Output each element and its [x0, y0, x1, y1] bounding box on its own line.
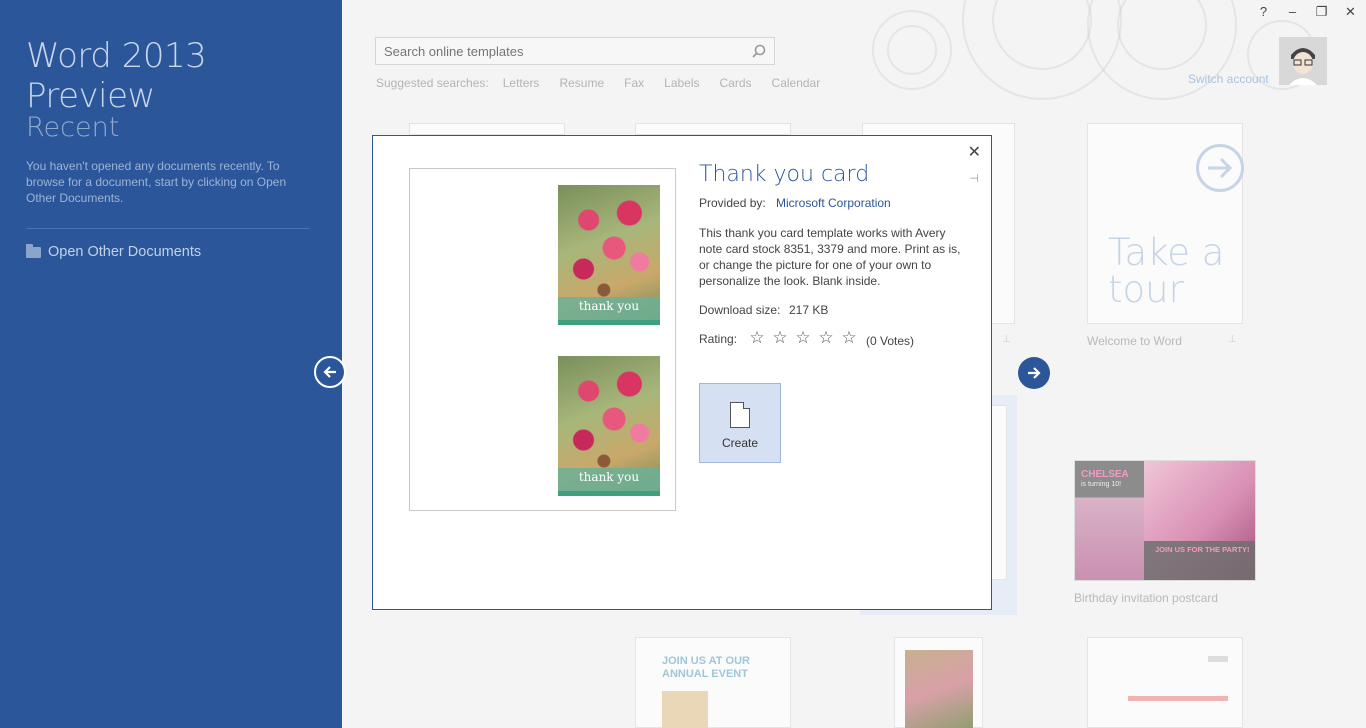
template-description: This thank you card template works with …	[699, 226, 961, 288]
search-icon[interactable]	[752, 44, 766, 58]
event-image	[662, 691, 708, 728]
backstage-left-pane: Word 2013 Preview Recent You haven't ope…	[0, 0, 342, 728]
suggested-searches: Suggested searches: Letters Resume Fax L…	[376, 76, 840, 90]
template-title: Thank you card	[699, 162, 870, 187]
provider-link[interactable]: Microsoft Corporation	[776, 196, 891, 210]
suggestion-letters[interactable]: Letters	[503, 76, 540, 90]
template-tile[interactable]	[409, 123, 565, 135]
previous-template-button[interactable]	[314, 356, 346, 388]
invoice-tile[interactable]	[1087, 637, 1243, 728]
close-button[interactable]: ✕	[1343, 4, 1358, 20]
invoice-bar	[1128, 696, 1228, 701]
suggestion-labels[interactable]: Labels	[664, 76, 699, 90]
event-line1: JOIN US AT OUR	[662, 655, 751, 667]
decor-ring	[887, 25, 937, 75]
minimize-button[interactable]: –	[1285, 4, 1300, 20]
pin-icon[interactable]: ⊥	[1228, 334, 1237, 345]
event-title: JOIN US AT OUR ANNUAL EVENT	[662, 655, 750, 681]
invoice-logo	[1208, 656, 1228, 662]
create-label: Create	[721, 436, 759, 450]
suggestion-resume[interactable]: Resume	[559, 76, 604, 90]
card-band-line	[558, 320, 660, 325]
birthday-postcard-tile[interactable]: CHELSEA is turning 10! JOIN US FOR THE P…	[1074, 460, 1256, 581]
birthday-label: Birthday invitation postcard	[1074, 591, 1219, 605]
arrow-right-icon	[1196, 144, 1244, 192]
suggestion-cards[interactable]: Cards	[720, 76, 752, 90]
rating-stars: ☆ ☆ ☆ ☆ ☆	[748, 328, 858, 348]
arrow-right-icon	[1028, 367, 1041, 379]
pin-icon[interactable]: ⊥	[1002, 334, 1011, 345]
download-size-value: 217 KB	[789, 303, 829, 317]
bday-sub: is turning 10!	[1081, 481, 1122, 488]
suggestion-fax[interactable]: Fax	[624, 76, 644, 90]
card-text: thank you	[578, 470, 640, 484]
star-icon[interactable]: ☆	[748, 328, 766, 348]
next-template-button[interactable]	[1018, 357, 1050, 389]
event-line2: ANNUAL EVENT	[662, 668, 748, 680]
search-box	[375, 37, 775, 65]
rating-label: Rating:	[699, 332, 738, 346]
provided-by-label: Provided by:	[699, 196, 766, 210]
event-flyer-tile[interactable]: JOIN US AT OUR ANNUAL EVENT	[635, 637, 791, 728]
restore-button[interactable]: ❐	[1314, 4, 1329, 20]
card-band-line	[558, 491, 660, 496]
recent-heading: Recent	[26, 112, 120, 143]
flower-image	[905, 650, 973, 728]
create-button[interactable]: Create	[699, 383, 781, 463]
pin-icon[interactable]: ⊣	[969, 172, 979, 185]
bday-name: CHELSEA	[1081, 469, 1129, 480]
bday-join: JOIN US FOR THE PARTY!	[1155, 545, 1250, 554]
template-tile[interactable]	[635, 123, 791, 135]
suggested-label: Suggested searches:	[376, 76, 489, 90]
take-a-tour-tile[interactable]: Take a tour	[1087, 123, 1244, 324]
take-a-tour-text: Take a tour	[1108, 234, 1224, 308]
folder-icon	[26, 243, 41, 258]
avatar[interactable]	[1279, 37, 1327, 85]
switch-account-link[interactable]: Switch account	[1188, 72, 1269, 86]
star-icon[interactable]: ☆	[794, 328, 812, 348]
card-text: thank you	[578, 299, 640, 313]
suggestion-calendar[interactable]: Calendar	[772, 76, 821, 90]
open-other-label: Open Other Documents	[48, 244, 202, 260]
welcome-label: Welcome to Word	[1087, 334, 1182, 348]
divider	[26, 228, 310, 229]
template-preview-dialog: ✕ thank you thank you Thank you card ⊣ P…	[372, 135, 992, 610]
star-icon[interactable]: ☆	[817, 328, 835, 348]
window-controls: ? – ❐ ✕	[1256, 4, 1358, 20]
card-front: thank you	[558, 356, 660, 496]
tour-line1: Take a	[1108, 231, 1225, 274]
recent-empty-message: You haven't opened any documents recentl…	[26, 159, 287, 205]
template-preview-image: thank you thank you	[409, 168, 676, 511]
template-tile[interactable]	[894, 637, 983, 728]
app-title: Word 2013 Preview	[26, 36, 207, 116]
star-icon[interactable]: ☆	[771, 328, 789, 348]
open-other-documents-link[interactable]: Open Other Documents	[26, 243, 202, 260]
star-icon[interactable]: ☆	[840, 328, 858, 348]
close-dialog-button[interactable]: ✕	[968, 142, 981, 162]
help-button[interactable]: ?	[1256, 4, 1271, 20]
votes-count: (0 Votes)	[866, 334, 915, 348]
avatar-icon	[1279, 37, 1327, 85]
card-front: thank you	[558, 185, 660, 325]
download-size-label: Download size:	[699, 303, 781, 317]
arrow-left-icon	[323, 366, 336, 378]
tour-line2: tour	[1108, 268, 1184, 311]
document-icon	[730, 402, 750, 428]
search-input[interactable]	[376, 38, 736, 64]
